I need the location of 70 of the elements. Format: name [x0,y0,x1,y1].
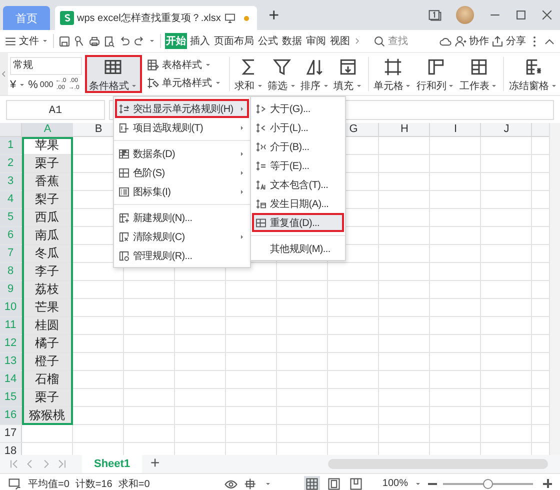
table-cell: 栗子 [22,155,72,172]
ribbon-tab[interactable]: 页面布局 [213,33,255,49]
menu-item[interactable]: 项目选取规则(T) [115,118,249,137]
new-tab-button[interactable]: + [262,3,285,27]
table-cell: 南瓜 [22,227,72,244]
ribbon-button[interactable]: 工作表 [457,55,500,93]
ribbon-tab[interactable]: 插入 [189,33,211,49]
ribbon-button[interactable]: 求和 [232,55,266,93]
zoom-level[interactable]: 100% [382,478,408,489]
ribbon-button[interactable]: 排序 [298,55,332,93]
ribbon-button[interactable]: 筛选 [266,55,299,93]
search-button[interactable]: 查找 [373,34,408,48]
table-cell-text: 苹果 [34,137,60,154]
style-button[interactable]: 表格样式 [146,58,222,72]
menu-item[interactable]: 介于(B)... [252,137,344,156]
menu-item[interactable]: 其他规则(M)... [252,239,344,258]
table-cell: 橘子 [22,335,72,352]
table-cell: 梨子 [22,191,72,208]
menu-item[interactable]: 突出显示单元格规则(H) [115,99,249,118]
menu-item[interactable]: 发生日期(A)... [252,194,344,213]
ribbon-button[interactable]: 行和列 [414,55,458,93]
table-cell: 石榴 [22,371,72,388]
status-stat: 平均值=0 [28,478,70,490]
menu-item[interactable]: 清除规则(C) [115,227,249,246]
conditional-format-button[interactable]: 条件格式 [84,55,142,93]
table-cell: 冬瓜 [22,245,72,262]
column-header[interactable]: J [481,123,532,136]
ribbon-button[interactable]: 冻结窗格 [507,55,560,93]
table-cell: 荔枝 [22,281,72,298]
add-sheet-button[interactable]: + [146,455,164,473]
ribbon-tab[interactable]: 数据 [281,33,303,49]
name-box[interactable]: A1 [6,100,105,120]
menu-item[interactable]: 新建规则(N)... [115,208,249,227]
row-header[interactable]: 17 [0,425,22,442]
file-menu[interactable]: 文件 [4,34,49,48]
status-stat: 计数=16 [75,478,112,490]
menu-item[interactable]: 管理规则(R)... [115,246,249,265]
thousands-button[interactable]: 000 [40,80,54,89]
share-button[interactable]: 分享 [491,34,526,48]
collaborate-button[interactable]: 协作 [454,34,489,48]
status-stat: 求和=0 [118,478,150,490]
menu-item[interactable]: 重复值(D)... [252,213,344,232]
row-header[interactable]: 18 [0,443,22,455]
menu-item[interactable]: 等于(E)... [252,156,344,175]
ribbon-tab[interactable]: 公式 [257,33,279,49]
menu-item[interactable]: 文本包含(T)... [252,175,344,194]
menu-item[interactable]: 色阶(S) [115,163,249,182]
number-format-dropdown[interactable]: 常规 [10,56,82,74]
table-cell: 橙子 [22,353,72,370]
menu-item[interactable]: 图标集(I) [115,182,249,201]
tab-title: wps excel怎样查找重复项？.xlsx [77,12,221,25]
menu-item[interactable]: 数据条(D) [115,144,249,163]
table-cell: 香蕉 [22,173,72,190]
table-cell: 李子 [22,263,72,280]
table-cell: 芒果 [22,299,72,316]
style-button[interactable]: 单元格样式 [146,76,222,90]
document-tab[interactable]: wps excel怎样查找重复项？.xlsx [55,6,257,30]
table-cell: 栗子 [22,389,72,406]
ribbon-tab[interactable]: 视图 [329,33,351,49]
percent-button[interactable]: % [28,78,38,90]
menu-item[interactable]: 大于(G)... [252,99,344,118]
column-header[interactable]: I [430,123,481,136]
table-cell: 西瓜 [22,209,72,226]
ribbon-button[interactable]: 填充 [332,55,365,93]
currency-button[interactable]: ¥ [10,78,16,90]
ribbon-button[interactable]: 单元格 [371,55,414,93]
ribbon-tab[interactable]: 审阅 [305,33,327,49]
table-cell: 桂圆 [22,317,72,334]
menu-item[interactable]: 小于(L)... [252,118,344,137]
column-header[interactable]: H [379,123,430,136]
